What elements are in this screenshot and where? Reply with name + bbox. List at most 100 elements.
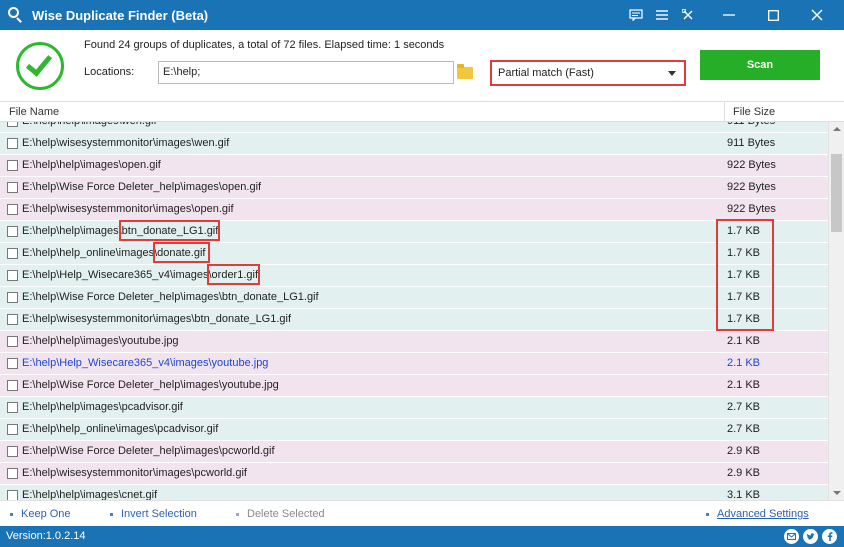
column-header-file-name[interactable]: File Name [9,106,59,118]
table-row[interactable]: E:\help\wisesystemmonitor\images\wen.gif… [0,133,828,155]
scrollbar-thumb[interactable] [831,154,842,232]
highlight-box [153,242,210,263]
file-path: E:\help\wisesystemmonitor\images\wen.gif [22,137,230,149]
row-checkbox[interactable] [7,160,18,171]
email-icon[interactable] [784,529,799,544]
folder-icon [457,63,473,79]
file-path: E:\help\Wise Force Deleter_help\images\y… [22,379,279,391]
row-checkbox[interactable] [7,314,18,325]
maximize-button[interactable] [758,0,788,30]
checkmark-icon [16,42,64,90]
table-row[interactable]: E:\help\help\images\cnet.gif 3.1 KB [0,485,828,500]
file-size: 2.7 KB [727,423,761,435]
feedback-icon[interactable] [624,0,648,30]
row-checkbox[interactable] [7,380,18,391]
file-path: E:\help\help\images\pcadvisor.gif [22,401,183,413]
row-checkbox[interactable] [7,226,18,237]
invert-selection-button[interactable]: Invert Selection [110,508,197,520]
scroll-up-icon[interactable] [833,127,841,131]
facebook-icon[interactable] [822,529,837,544]
column-header-file-size[interactable]: File Size [724,102,828,122]
browse-folder-button[interactable] [454,61,476,84]
file-path: E:\help\wisesystemmonitor\images\pcworld… [22,467,247,479]
delete-selected-button[interactable]: Delete Selected [236,508,325,520]
file-size: 2.1 KB [727,357,761,369]
invert-selection-label: Invert Selection [121,508,197,520]
table-row[interactable]: E:\help\help\images\wen.gif 911 Bytes [0,122,828,133]
row-checkbox[interactable] [7,248,18,259]
table-row[interactable]: E:\help\Help_Wisecare365_v4\images\youtu… [0,353,828,375]
advanced-settings-link[interactable]: Advanced Settings [706,508,809,520]
table-row[interactable]: E:\help\help\images\pcadvisor.gif 2.7 KB [0,397,828,419]
table-row[interactable]: E:\help\Wise Force Deleter_help\images\p… [0,441,828,463]
highlight-box [119,220,220,241]
scroll-down-icon[interactable] [833,491,841,495]
file-size: 922 Bytes [727,203,776,215]
table-row[interactable]: E:\help\Wise Force Deleter_help\images\y… [0,375,828,397]
table-row[interactable]: E:\help\help\images\youtube.jpg 2.1 KB [0,331,828,353]
advanced-settings-label: Advanced Settings [717,508,809,520]
row-checkbox[interactable] [7,358,18,369]
row-checkbox[interactable] [7,122,18,127]
locations-label: Locations: [84,66,135,78]
row-checkbox[interactable] [7,402,18,413]
row-checkbox[interactable] [7,490,18,500]
match-mode-dropdown[interactable]: Partial match (Fast) [490,60,686,86]
file-size: 922 Bytes [727,159,776,171]
row-checkbox[interactable] [7,468,18,479]
skin-close-icon[interactable] [676,0,700,30]
row-checkbox[interactable] [7,446,18,457]
file-size: 922 Bytes [727,181,776,193]
vertical-scrollbar[interactable] [828,122,844,500]
row-checkbox[interactable] [7,336,18,347]
scan-button[interactable]: Scan [700,50,820,80]
file-size: 2.1 KB [727,335,761,347]
chevron-down-icon [668,71,676,76]
magnifier-icon [6,6,24,24]
file-size: 3.1 KB [727,489,761,500]
table-row[interactable]: E:\help\wisesystemmonitor\images\pcworld… [0,463,828,485]
table-row[interactable]: E:\help\Wise Force Deleter_help\images\o… [0,177,828,199]
table-row[interactable]: E:\help\help_online\images\pcadvisor.gif… [0,419,828,441]
match-mode-value: Partial match (Fast) [498,67,594,79]
locations-input[interactable]: E:\help; [158,61,454,84]
row-checkbox[interactable] [7,182,18,193]
file-path: E:\help\Wise Force Deleter_help\images\p… [22,445,275,457]
file-list: E:\help\help\images\wen.gif911 BytesE:\h… [0,122,828,500]
highlight-box [207,264,260,285]
row-checkbox[interactable] [7,424,18,435]
table-row[interactable]: E:\help\wisesystemmonitor\images\open.gi… [0,199,828,221]
file-path: E:\help\wisesystemmonitor\images\open.gi… [22,203,234,215]
window-title: Wise Duplicate Finder (Beta) [32,7,209,23]
table-row[interactable]: E:\help\help_online\images\donate.gif 1.7… [0,243,828,265]
twitter-icon[interactable] [803,529,818,544]
table-row[interactable]: E:\help\help\images\open.gif 922 Bytes [0,155,828,177]
keep-one-label: Keep One [21,508,71,520]
row-checkbox[interactable] [7,138,18,149]
action-bar: Keep One Invert Selection Delete Selecte… [0,500,844,526]
file-size: 2.9 KB [727,445,761,457]
minimize-button[interactable] [714,0,744,30]
file-path: E:\help\help\images\wen.gif [22,122,157,127]
file-path: E:\help\help\images\open.gif [22,159,161,171]
title-bar: Wise Duplicate Finder (Beta) [0,0,844,30]
keep-one-button[interactable]: Keep One [10,508,71,520]
table-row[interactable]: E:\help\Help_Wisecare365_v4\images\order… [0,265,828,287]
row-checkbox[interactable] [7,270,18,281]
file-path: E:\help\help\images\cnet.gif [22,489,158,500]
delete-selected-label: Delete Selected [247,508,325,520]
close-button[interactable] [802,0,832,30]
table-row[interactable]: E:\help\wisesystemmonitor\images\btn_don… [0,309,828,331]
row-checkbox[interactable] [7,204,18,215]
file-path: E:\help\help\images\youtube.jpg [22,335,179,347]
version-text: Version:1.0.2.14 [6,530,86,542]
scan-status-text: Found 24 groups of duplicates, a total o… [84,39,445,51]
table-row[interactable]: E:\help\Wise Force Deleter_help\images\b… [0,287,828,309]
file-path: E:\help\Wise Force Deleter_help\images\b… [22,291,319,303]
highlight-box [716,219,774,331]
status-bar: Version:1.0.2.14 [0,526,844,547]
row-checkbox[interactable] [7,292,18,303]
menu-icon[interactable] [650,0,674,30]
file-size: 911 Bytes [727,137,776,149]
scan-panel: Found 24 groups of duplicates, a total o… [0,30,844,100]
